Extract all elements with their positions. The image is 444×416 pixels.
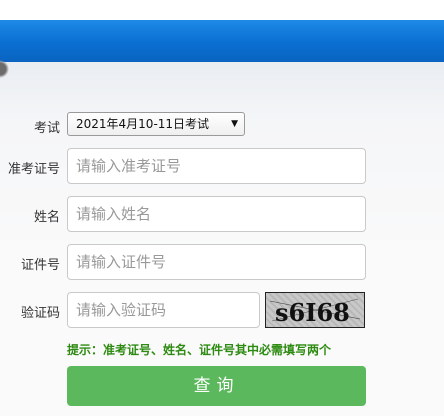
captcha-label: 验证码: [20, 306, 60, 321]
captcha-input[interactable]: 请输入验证码: [67, 292, 260, 328]
name-label: 姓名: [33, 210, 60, 225]
exam-select[interactable]: 2021年4月10-11日考试 ▼: [67, 112, 245, 136]
id-number-placeholder: 请输入证件号: [76, 253, 167, 271]
captcha-image[interactable]: s6I68: [265, 292, 365, 328]
decoration-icon: [0, 56, 12, 82]
ticket-number-placeholder: 请输入准考证号: [76, 157, 182, 175]
header-bar: [0, 20, 444, 62]
name-input[interactable]: 请输入姓名: [67, 196, 366, 232]
chevron-down-icon: ▼: [231, 119, 238, 129]
ticket-label: 准考证号: [7, 162, 60, 177]
hint-text: 提示：准考证号、姓名、证件号其中必需填写两个: [67, 343, 332, 357]
query-button[interactable]: 查询: [67, 366, 366, 406]
id-label: 证件号: [20, 258, 60, 273]
captcha-graphic: s6I68: [269, 298, 361, 327]
captcha-placeholder: 请输入验证码: [76, 301, 167, 319]
captcha-text: s6I68: [275, 298, 350, 327]
name-placeholder: 请输入姓名: [76, 205, 152, 223]
ticket-number-input[interactable]: 请输入准考证号: [67, 148, 366, 184]
exam-label: 考试: [33, 121, 60, 136]
id-number-input[interactable]: 请输入证件号: [67, 244, 366, 280]
exam-select-value: 2021年4月10-11日考试: [76, 117, 210, 131]
